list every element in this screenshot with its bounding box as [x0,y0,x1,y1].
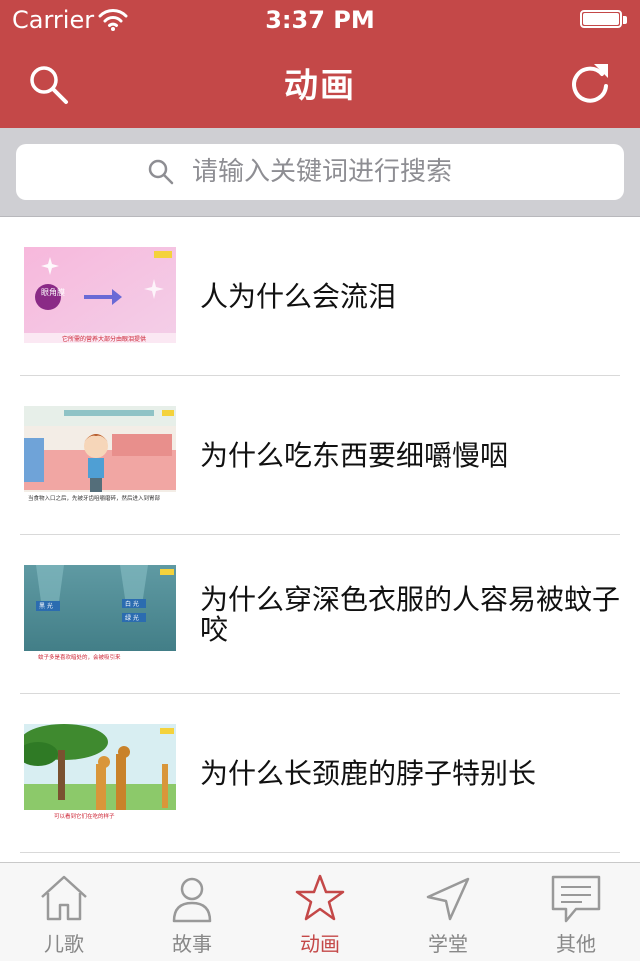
status-bar: Carrier 3:37 PM [0,0,640,40]
status-time: 3:37 PM [265,6,375,34]
list-item-title: 为什么穿深色衣服的人容易被蚊子咬 [200,582,621,646]
tab-songs[interactable]: 儿歌 [0,863,128,961]
nav-bar: 动画 [0,40,640,128]
person-icon [172,877,212,923]
video-thumbnail: 它所需的营养大部分由眼泪提供 眼角膜 [24,247,176,343]
video-thumbnail: 可以看到它们在吃的样子 [24,724,176,820]
page-title: 动画 [284,66,356,106]
navigation-icon [426,877,470,921]
tab-label: 儿歌 [44,932,84,956]
list-item[interactable]: 当食物入口之后，先被牙齿咀嚼磨碎，然后进入到胃部 为什么吃东西要细嚼慢咽 [0,376,640,535]
battery-icon [580,10,628,30]
thumb-label: 白 光 [125,600,139,608]
tab-label: 故事 [172,932,212,956]
home-icon [41,875,87,921]
thumb-label: 黑 光 [39,602,53,610]
video-list: 它所需的营养大部分由眼泪提供 眼角膜 人为什么会流泪 当食物入口之后，先被牙齿咀… [0,217,640,853]
tab-bar: 儿歌 故事 动画 学堂 其他 [0,862,640,961]
thumb-label: 绿 光 [125,614,139,622]
search-input[interactable] [190,156,494,188]
refresh-icon [572,64,608,103]
list-item[interactable]: 可以看到它们在吃的样子 为什么长颈鹿的脖子特别长 [0,694,640,853]
list-item[interactable]: 它所需的营养大部分由眼泪提供 眼角膜 人为什么会流泪 [0,217,640,376]
message-icon [551,875,601,923]
thumb-caption: 它所需的营养大部分由眼泪提供 [62,335,146,343]
tab-stories[interactable]: 故事 [128,863,256,961]
list-item-title: 人为什么会流泪 [200,279,397,313]
video-thumbnail: 当食物入口之后，先被牙齿咀嚼磨碎，然后进入到胃部 [24,406,176,502]
tab-label: 动画 [300,932,340,956]
divider [20,852,620,853]
list-item-title: 为什么长颈鹿的脖子特别长 [200,756,537,790]
list-item-title: 为什么吃东西要细嚼慢咽 [200,438,509,472]
search-area [0,128,640,217]
tab-other[interactable]: 其他 [512,863,640,961]
star-icon [295,874,345,921]
tab-label: 其他 [556,932,596,956]
thumb-caption: 蚊子多是喜欢暗处的，会被吸引来 [38,653,121,661]
video-thumbnail: 黑 光 白 光 绿 光 蚊子多是喜欢暗处的，会被吸引来 [24,565,176,661]
header: Carrier 3:37 PM 动画 [0,0,640,128]
tab-animation[interactable]: 动画 [256,863,384,961]
thumb-label: 眼角膜 [41,287,65,297]
search-icon [148,159,174,185]
list-item[interactable]: 黑 光 白 光 绿 光 蚊子多是喜欢暗处的，会被吸引来 为什么穿深色衣服的人容易… [0,535,640,694]
tab-school[interactable]: 学堂 [384,863,512,961]
thumb-caption: 当食物入口之后，先被牙齿咀嚼磨碎，然后进入到胃部 [28,494,161,502]
tab-label: 学堂 [428,932,468,956]
search-box[interactable] [16,144,624,200]
thumb-caption: 可以看到它们在吃的样子 [54,812,115,820]
refresh-button[interactable] [564,58,616,110]
